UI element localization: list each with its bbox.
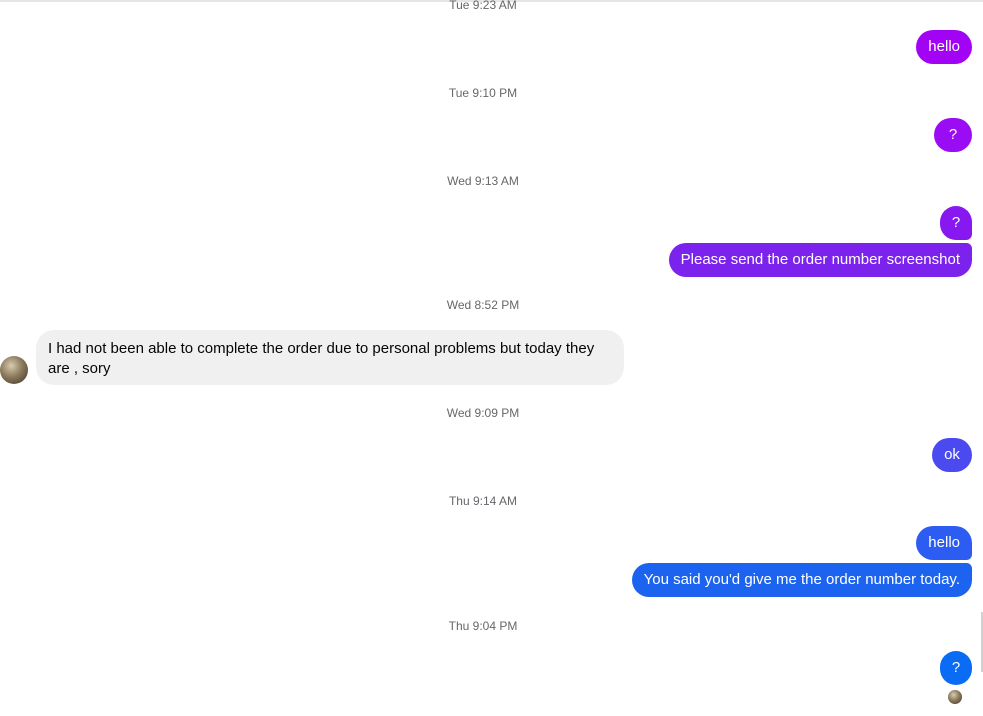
message-bubble-outgoing[interactable]: hello	[916, 526, 972, 560]
message-bubble-outgoing[interactable]: Please send the order number screenshot	[668, 243, 972, 277]
timestamp: Wed 8:52 PM	[446, 298, 520, 312]
timestamp: Thu 9:14 AM	[448, 494, 518, 508]
message-bubble-outgoing[interactable]: ok	[932, 438, 972, 472]
message-bubble-outgoing[interactable]: hello	[916, 30, 972, 64]
timestamp: Tue 9:23 AM	[449, 0, 517, 12]
timestamp: Tue 9:10 PM	[448, 86, 518, 100]
contact-avatar[interactable]	[0, 356, 28, 384]
message-bubble-incoming[interactable]: I had not been able to complete the orde…	[36, 330, 624, 385]
timestamp: Wed 9:13 AM	[447, 174, 519, 188]
timestamp: Wed 9:09 PM	[446, 406, 520, 420]
seen-receipt-avatar	[948, 690, 962, 704]
message-bubble-outgoing[interactable]: ?	[940, 206, 972, 240]
timestamp: Thu 9:04 PM	[448, 619, 518, 633]
message-bubble-outgoing[interactable]: ?	[934, 118, 972, 152]
message-bubble-outgoing[interactable]: ?	[940, 651, 972, 685]
message-bubble-outgoing[interactable]: You said you'd give me the order number …	[631, 563, 972, 597]
